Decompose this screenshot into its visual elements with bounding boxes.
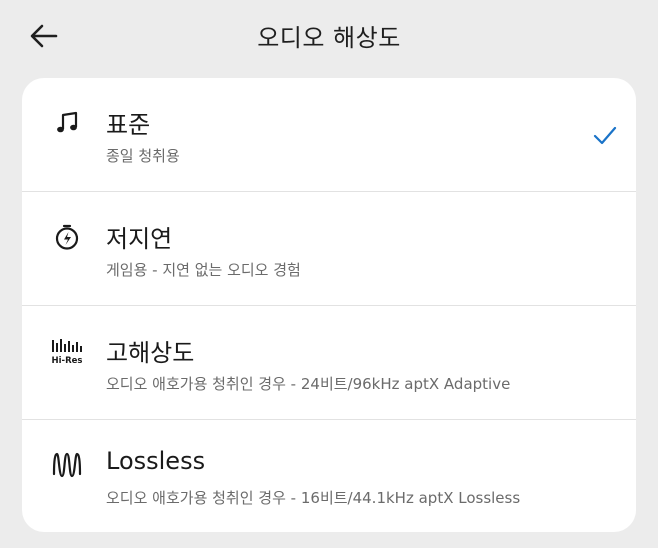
- hi-res-icon-text: Hi-Res: [52, 356, 83, 366]
- option-subtitle: 오디오 애호가용 청취인 경우 - 24비트/96kHz aptX Adapti…: [106, 375, 511, 393]
- page-title: 오디오 해상도: [257, 24, 401, 52]
- check-icon: [593, 126, 617, 145]
- option-lossless[interactable]: Lossless 오디오 애호가용 청취인 경우 - 16비트/44.1kHz …: [22, 420, 636, 532]
- option-subtitle: 오디오 애호가용 청취인 경우 - 16비트/44.1kHz aptX Loss…: [106, 489, 521, 507]
- option-hi-res[interactable]: Hi-Res 고해상도 오디오 애호가용 청취인 경우 - 24비트/96kHz…: [22, 306, 636, 420]
- option-low-latency[interactable]: 저지연 게임용 - 지연 없는 오디오 경험: [22, 192, 636, 306]
- option-title: 표준: [106, 111, 151, 139]
- hi-res-icon: Hi-Res: [50, 334, 84, 368]
- audio-resolution-list: 표준 종일 청취용 저지연 게임용 - 지연 없는 오디오 경험 Hi-Res …: [22, 78, 636, 532]
- app-header: 오디오 해상도: [0, 0, 658, 70]
- option-title: 고해상도: [106, 339, 195, 367]
- stopwatch-bolt-icon: [50, 220, 84, 254]
- music-note-icon: [50, 106, 84, 140]
- option-subtitle: 게임용 - 지연 없는 오디오 경험: [106, 261, 301, 279]
- lossless-wave-icon: [50, 448, 84, 482]
- option-subtitle: 종일 청취용: [106, 147, 180, 165]
- option-title: Lossless: [106, 447, 206, 475]
- option-standard[interactable]: 표준 종일 청취용: [22, 78, 636, 192]
- option-title: 저지연: [106, 225, 173, 253]
